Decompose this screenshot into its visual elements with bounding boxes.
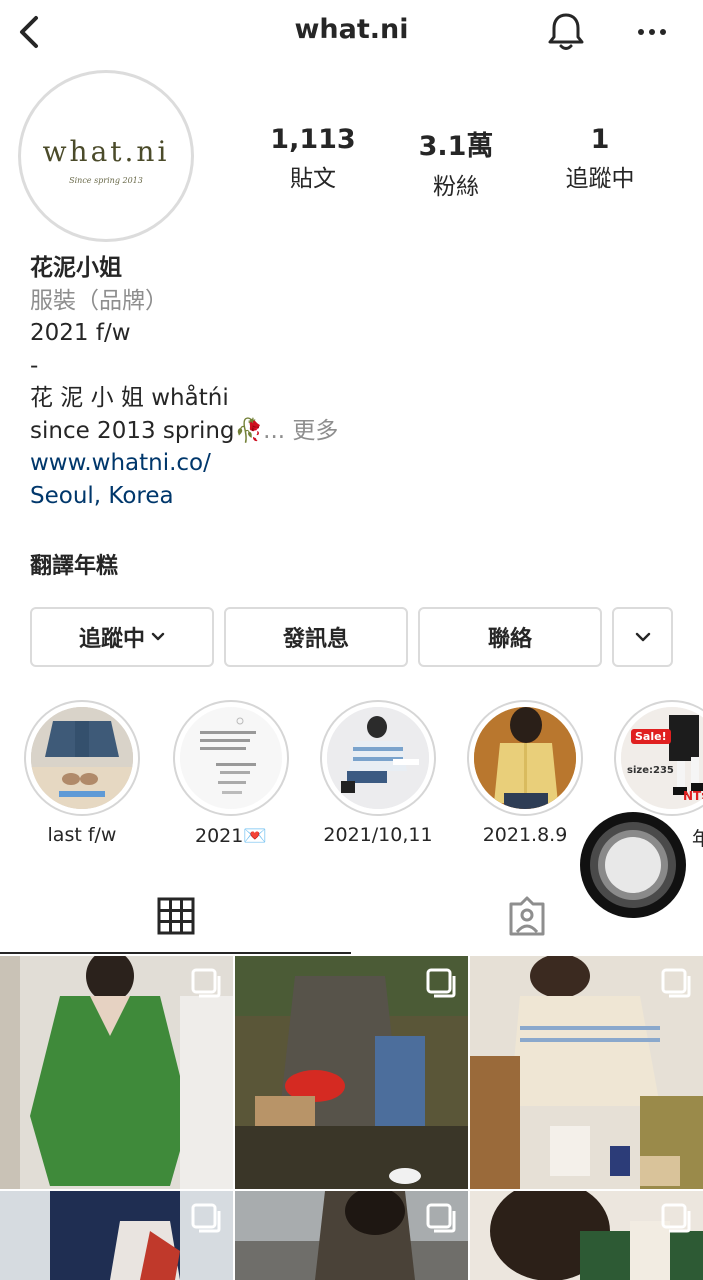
more-options-icon[interactable] — [632, 18, 672, 46]
highlight-label: 2021.8.9 — [482, 824, 568, 846]
account-category: 服裝（品牌） — [30, 287, 168, 314]
price-text: NT:5 — [683, 789, 703, 803]
post-thumbnail[interactable] — [235, 956, 468, 1189]
highlight-2021[interactable]: 2021💌 — [173, 700, 289, 847]
tagged-person-icon — [509, 896, 544, 936]
carousel-icon — [661, 1203, 691, 1233]
posts-count-stat[interactable]: 1,113 貼文 — [238, 124, 388, 193]
active-tab-indicator — [0, 952, 351, 954]
highlight-label-text: 2021 — [194, 825, 244, 847]
highlight-label: last f/w — [47, 824, 117, 846]
website-link[interactable]: www.whatni.co/ — [30, 447, 680, 480]
highlight-cover — [24, 700, 140, 816]
carousel-icon — [661, 968, 691, 998]
suggested-accounts-button[interactable] — [612, 607, 673, 667]
following-count: 1 — [590, 124, 610, 155]
tab-tagged[interactable] — [351, 878, 702, 954]
contact-button-label: 聯絡 — [487, 627, 532, 652]
post-thumbnail[interactable] — [0, 956, 233, 1189]
message-button[interactable]: 發訊息 — [224, 607, 408, 667]
highlight-cover — [320, 700, 436, 816]
contact-button[interactable]: 聯絡 — [418, 607, 602, 667]
highlight-2021-8-9[interactable]: 2021.8.9 — [467, 700, 583, 846]
highlight-image: Sale! size:235 NT:5 — [621, 707, 703, 809]
highlight-label: 2021💌 — [173, 824, 289, 847]
bio-line-season: 2021 f/w — [30, 320, 131, 346]
highlight-2021-10-11[interactable]: 2021/10,11 — [320, 700, 436, 846]
post-thumbnail[interactable] — [470, 956, 703, 1189]
profile-avatar[interactable]: what.ni Since spring 2013 — [18, 70, 194, 242]
avatar-logo-subtitle: Since spring 2013 — [69, 176, 143, 185]
bio-line-brand: 花 泥 小 姐 whåtńi — [30, 385, 229, 411]
size-text: size:235 — [627, 765, 674, 776]
grid-icon — [157, 897, 194, 935]
bio-since-text: since 2013 spring — [30, 417, 235, 444]
translate-bio-link[interactable]: 翻譯年糕 — [30, 548, 118, 580]
highlight-cover — [467, 700, 583, 816]
highlight-image — [474, 707, 576, 809]
post-thumbnail[interactable] — [235, 1191, 468, 1280]
bio-more-link[interactable]: 更多 — [292, 418, 338, 444]
followers-label: 粉絲 — [433, 174, 479, 200]
highlight-image — [180, 707, 282, 809]
highlight-image — [327, 707, 429, 809]
following-button[interactable]: 追蹤中 — [30, 607, 214, 667]
wilted-rose-emoji: 🥀 — [234, 417, 264, 444]
carousel-icon — [191, 968, 221, 998]
posts-count: 1,113 — [270, 124, 356, 155]
sale-badge: Sale! — [631, 729, 671, 744]
post-thumbnail[interactable] — [470, 1191, 703, 1280]
followers-count-stat[interactable]: 3.1萬 粉絲 — [381, 124, 531, 201]
highlight-image — [31, 707, 133, 809]
chevron-down-icon — [151, 632, 165, 641]
bio-ellipsis: ... — [263, 417, 286, 444]
carousel-icon — [426, 1203, 456, 1233]
carousel-icon — [426, 968, 456, 998]
top-bar: what.ni — [0, 0, 703, 66]
page-title: what.ni — [294, 14, 409, 45]
bio-line-since: since 2013 spring🥀... 更多 — [30, 415, 680, 448]
posts-label: 貼文 — [290, 166, 336, 192]
following-label: 追蹤中 — [565, 166, 635, 192]
chevron-down-icon — [635, 632, 650, 642]
highlight-label: 2021/10,11 — [323, 824, 433, 846]
tab-posts-grid[interactable] — [0, 878, 351, 954]
message-button-label: 發訊息 — [282, 627, 349, 652]
following-count-stat[interactable]: 1 追蹤中 — [525, 124, 675, 193]
love-letter-emoji: 💌 — [243, 825, 268, 847]
profile-bio: 花泥小姐 服裝（品牌） 2021 f/w - 花 泥 小 姐 whåtńi si… — [30, 252, 680, 512]
following-button-label: 追蹤中 — [78, 627, 145, 652]
location-link[interactable]: Seoul, Korea — [30, 480, 680, 513]
avatar-logo-text: what.ni — [42, 135, 170, 168]
carousel-icon — [191, 1203, 221, 1233]
followers-count: 3.1萬 — [418, 131, 494, 162]
notification-bell-icon[interactable] — [544, 10, 588, 54]
highlight-last-fw[interactable]: last f/w — [24, 700, 140, 846]
post-thumbnail[interactable] — [0, 1191, 233, 1280]
display-name: 花泥小姐 — [30, 255, 122, 281]
highlight-cover: Sale! size:235 NT:5 — [614, 700, 703, 816]
highlight-cover — [173, 700, 289, 816]
bio-line-dash: - — [30, 352, 39, 379]
